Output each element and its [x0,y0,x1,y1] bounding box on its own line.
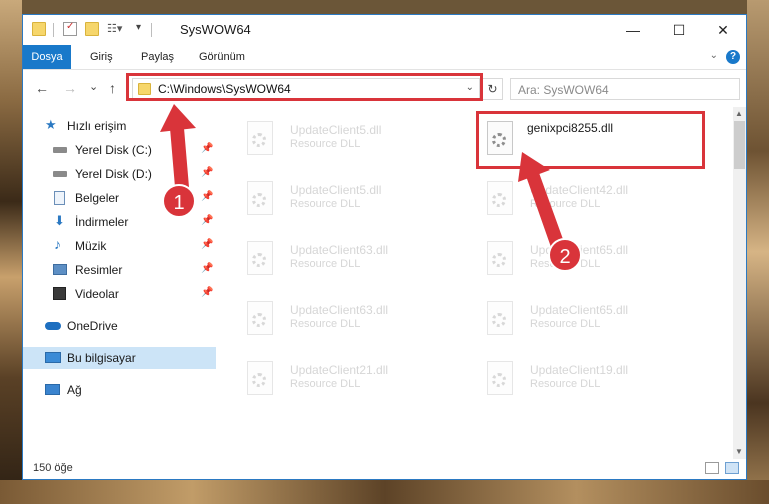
arrow-1-head [160,104,196,132]
annotation-arrows [160,104,564,250]
step-2-badge: 2 [548,238,582,272]
step-1-badge: 1 [162,184,196,218]
